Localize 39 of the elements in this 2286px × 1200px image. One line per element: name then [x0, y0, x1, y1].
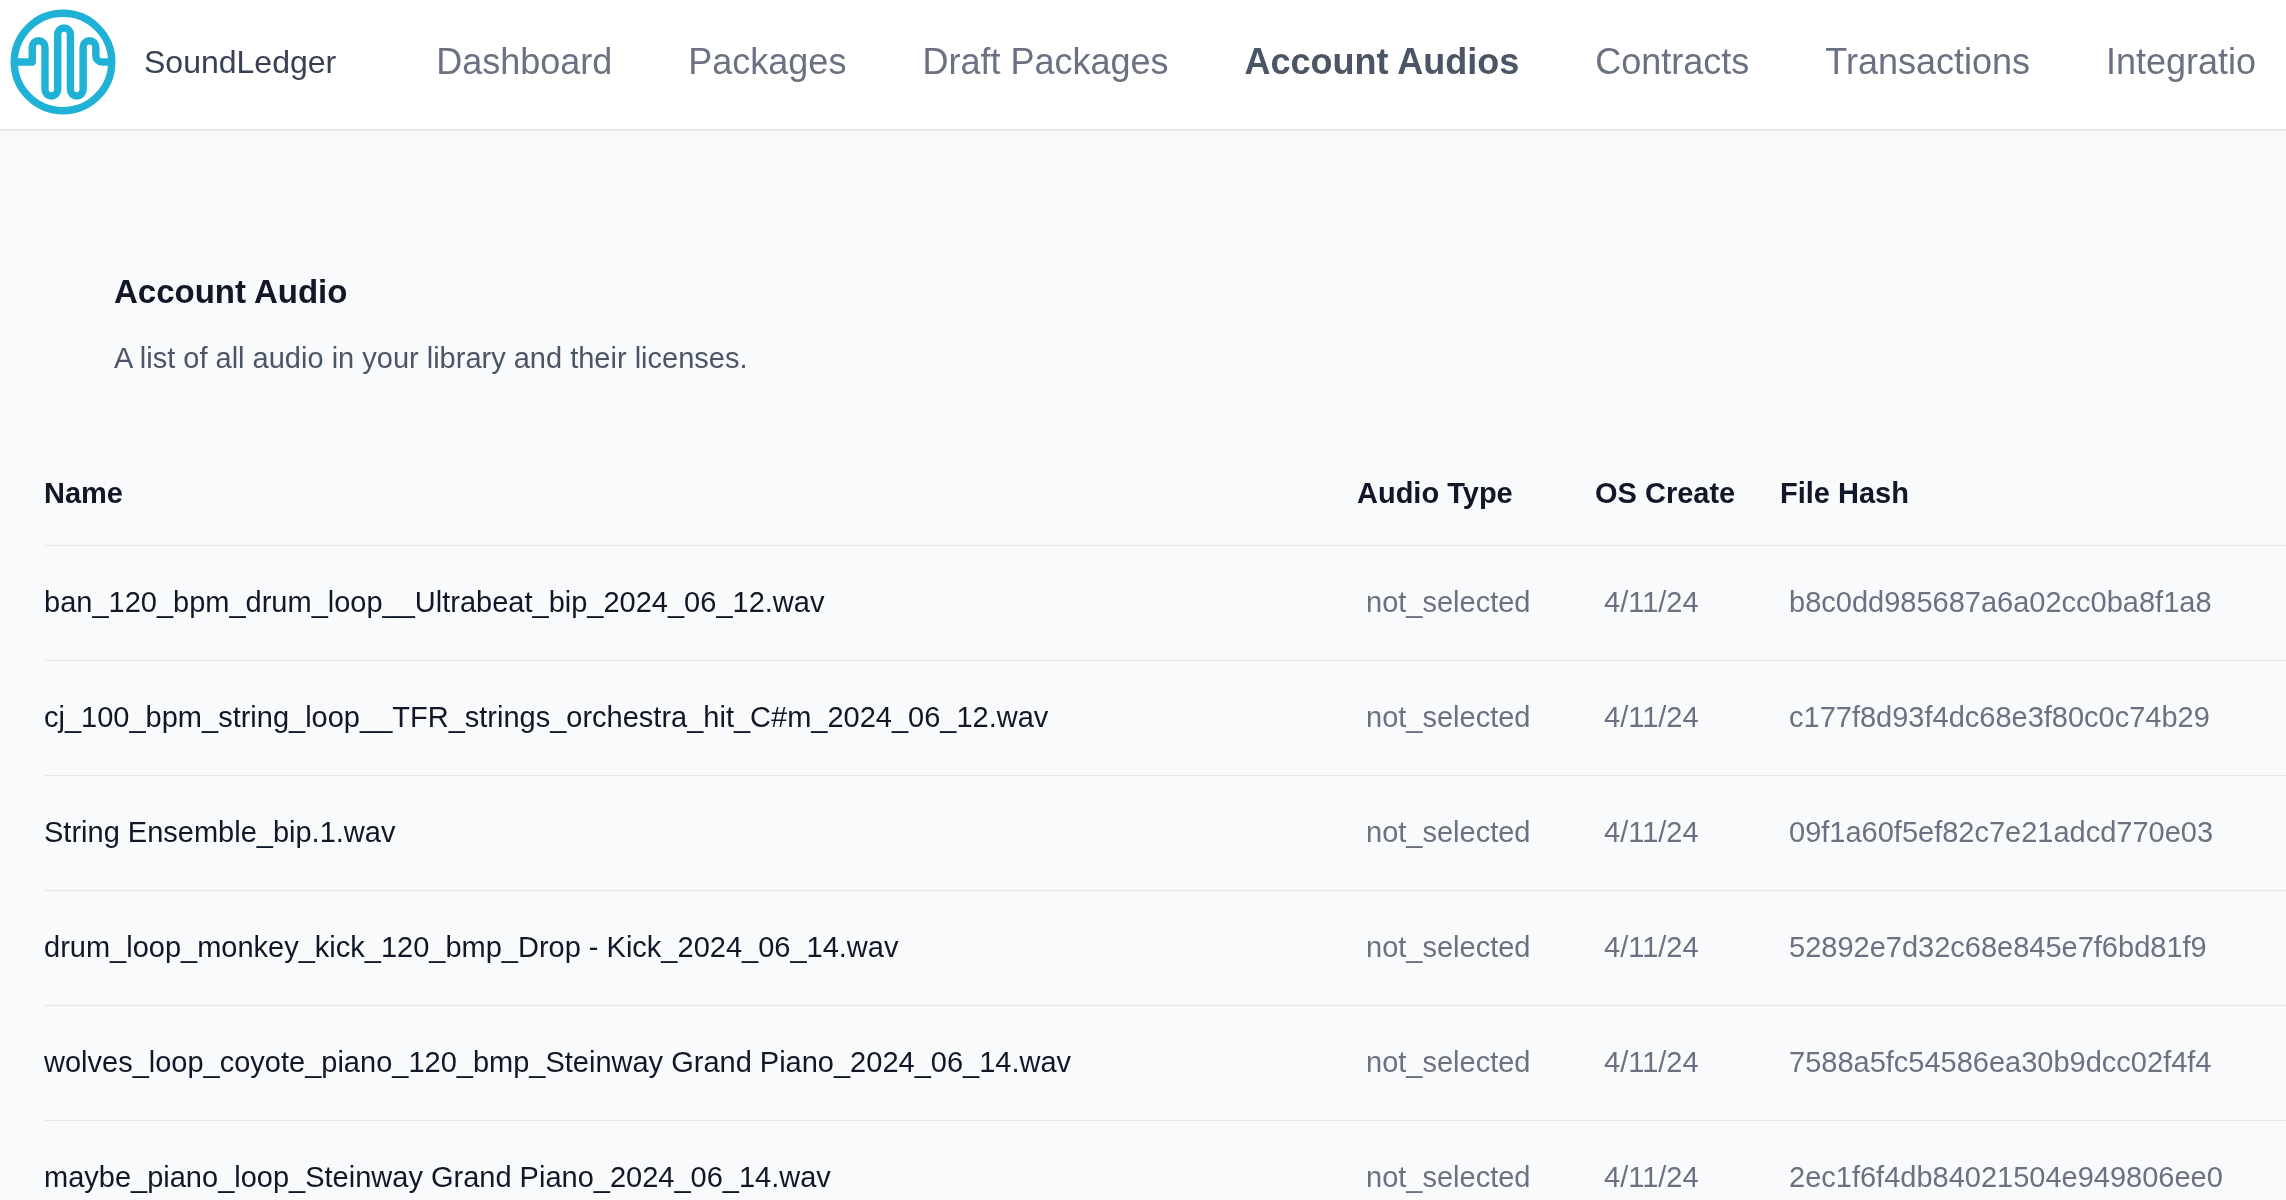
page-description: A list of all audio in your library and their licenses. — [114, 341, 748, 376]
file-name: maybe_piano_loop_Steinway Grand Piano_2024_06_14.wav — [44, 1160, 831, 1196]
file-hash: 7588a5fc54586ea30b9dcc02f4f4 — [1789, 1045, 2212, 1081]
nav-link[interactable]: Contracts — [1595, 34, 1750, 89]
column-header: OS Create — [1595, 475, 1736, 511]
file-name: wolves_loop_coyote_piano_120_bmp_Steinway Grand Piano_2024_06_14.wav — [44, 1045, 1072, 1081]
audio-type: not_selected — [1366, 700, 1531, 736]
waveform-logo-icon — [10, 8, 116, 115]
created-date: 4/11/24 — [1604, 700, 1699, 736]
nav-link[interactable]: Transactions — [1825, 34, 2030, 89]
file-hash: 2ec1f6f4db84021504e949806ee0 — [1789, 1160, 2223, 1196]
nav-link[interactable]: Integratio — [2106, 34, 2257, 89]
audio-type: not_selected — [1366, 585, 1531, 621]
column-header: Name — [44, 475, 123, 511]
file-hash: b8c0dd985687a6a02cc0ba8f1a8 — [1789, 585, 2212, 621]
audio-type: not_selected — [1366, 815, 1531, 851]
file-hash: 52892e7d32c68e845e7f6bd81f9 — [1789, 930, 2207, 966]
audio-type: not_selected — [1366, 1045, 1531, 1081]
audio-type: not_selected — [1366, 930, 1531, 966]
nav-link[interactable]: Packages — [688, 34, 847, 89]
file-name: ban_120_bpm_drum_loop__Ultrabeat_bip_2024_06_12.wav — [44, 585, 825, 621]
nav-link[interactable]: Draft Packages — [922, 34, 1169, 89]
created-date: 4/11/24 — [1604, 815, 1699, 851]
brand-name: SoundLedger — [144, 42, 337, 82]
file-name: String Ensemble_bip.1.wav — [44, 815, 396, 851]
column-header: Audio Type — [1357, 475, 1513, 511]
file-name: drum_loop_monkey_kick_120_bmp_Drop - Kick_2024_06_14.wav — [44, 930, 899, 966]
nav-link[interactable]: Account Audios — [1244, 34, 1520, 89]
nav-link[interactable]: Dashboard — [436, 34, 613, 89]
audio-type: not_selected — [1366, 1160, 1531, 1196]
created-date: 4/11/24 — [1604, 1160, 1699, 1196]
page-title: Account Audio — [114, 272, 348, 312]
column-header: File Hash — [1780, 475, 1909, 511]
file-name: cj_100_bpm_string_loop__TFR_strings_orchestra_hit_C#m_2024_06_12.wav — [44, 700, 1049, 736]
file-hash: 09f1a60f5ef82c7e21adcd770e03 — [1789, 815, 2214, 851]
created-date: 4/11/24 — [1604, 585, 1699, 621]
created-date: 4/11/24 — [1604, 930, 1699, 966]
file-hash: c177f8d93f4dc68e3f80c0c74b29 — [1789, 700, 2210, 736]
created-date: 4/11/24 — [1604, 1045, 1699, 1081]
